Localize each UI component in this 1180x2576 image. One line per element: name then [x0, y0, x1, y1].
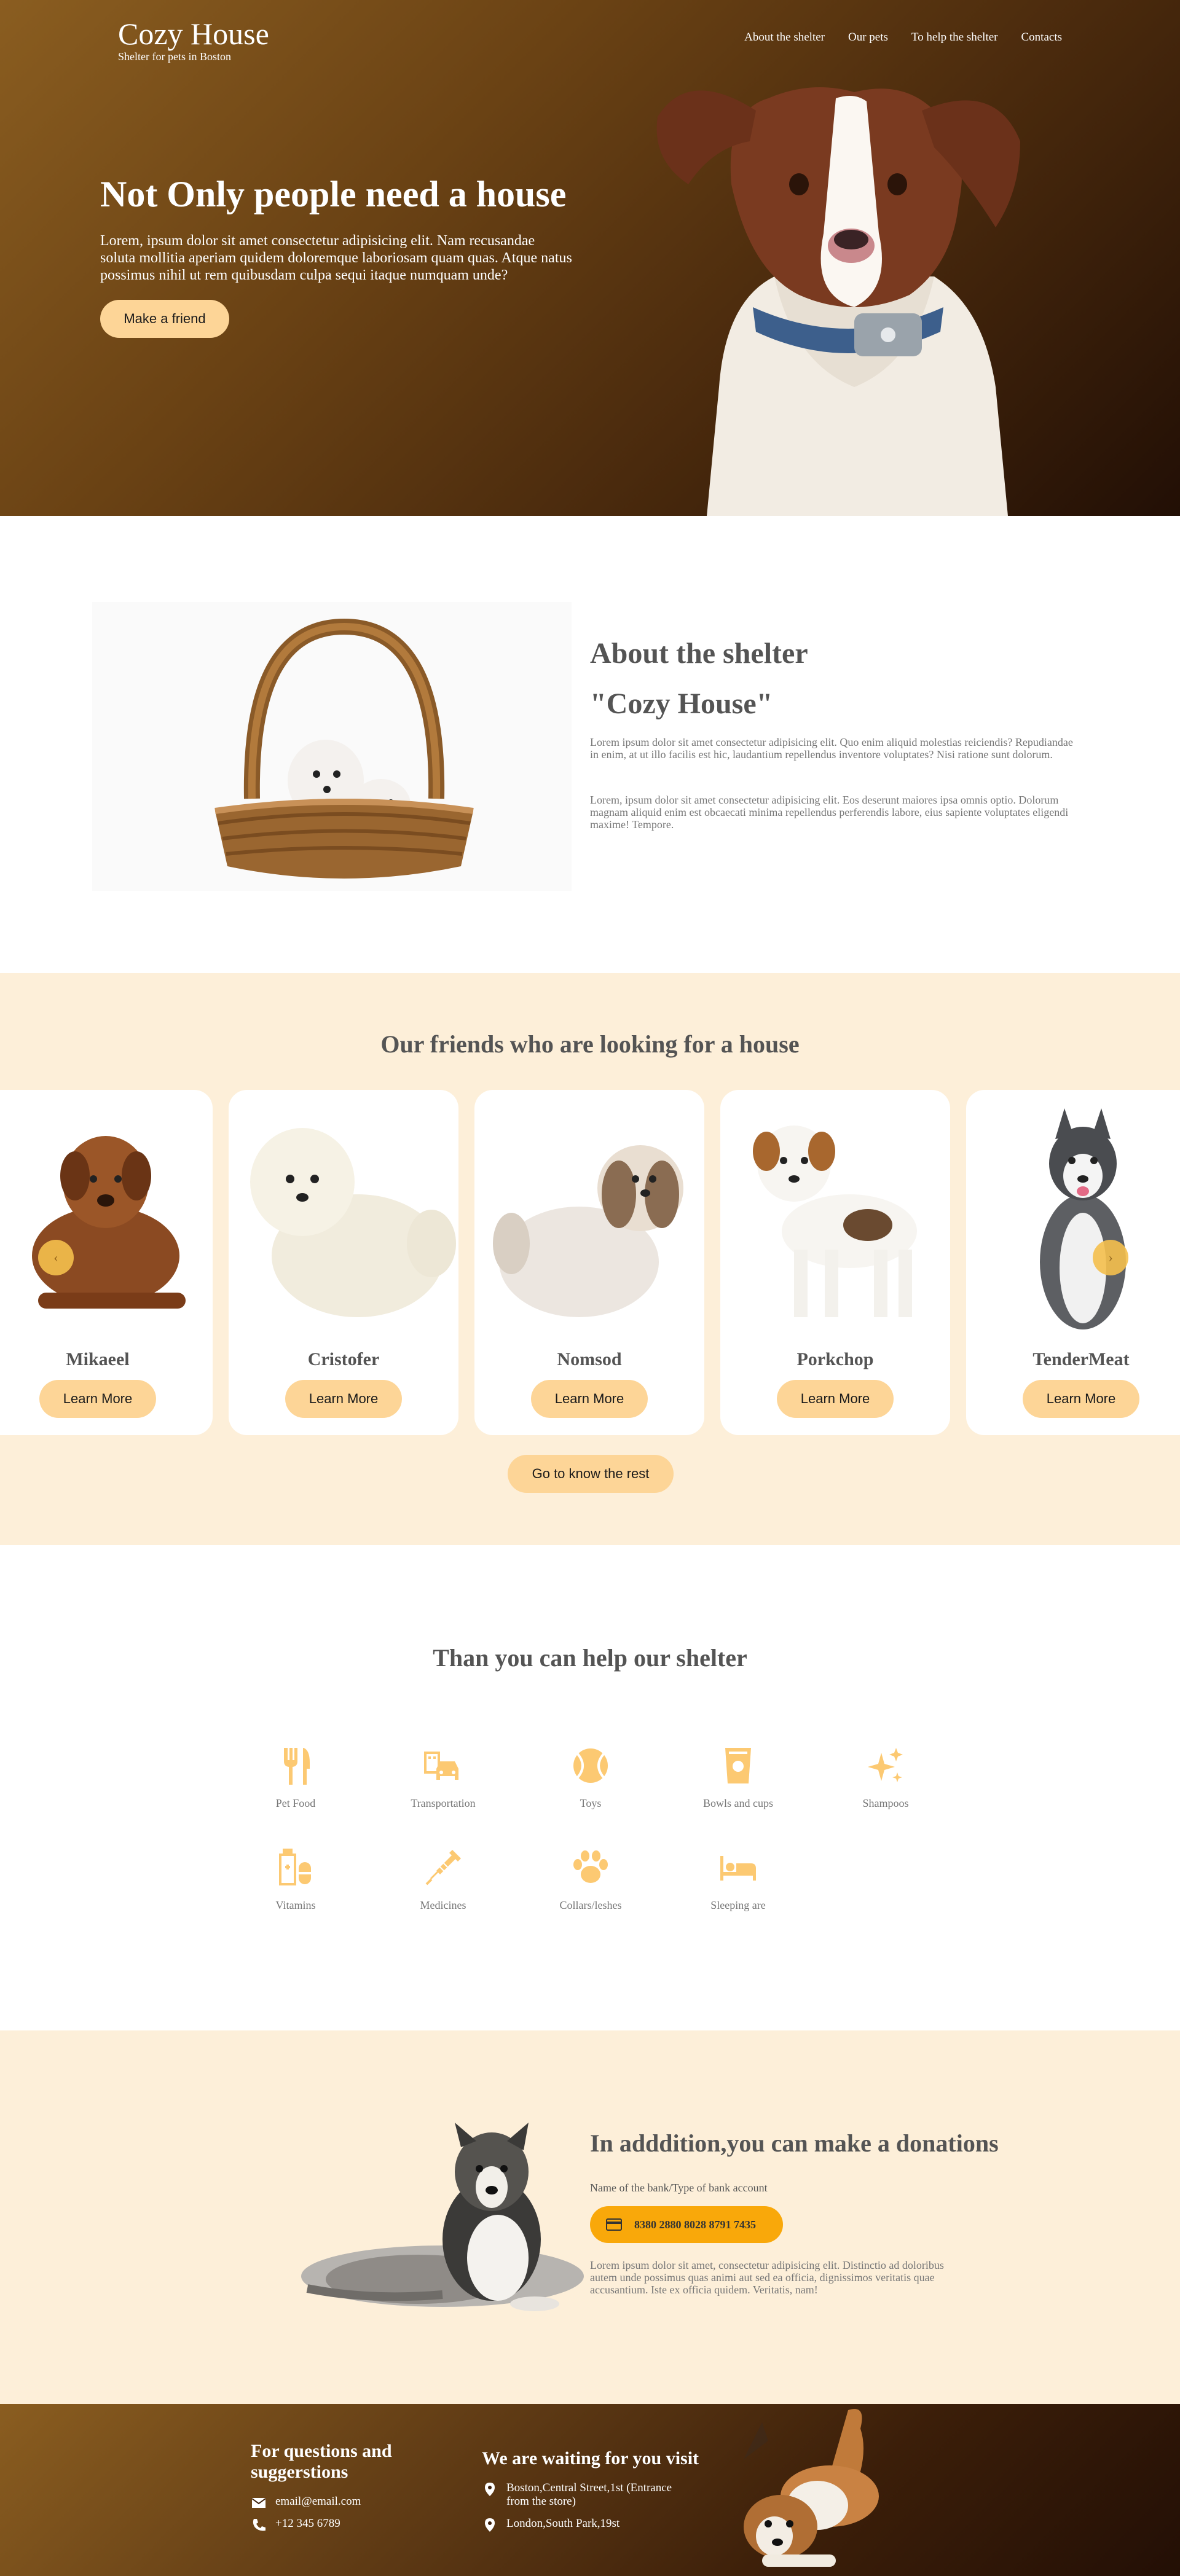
mail-icon — [251, 2498, 266, 2508]
arrow-right-icon: › — [1108, 1250, 1113, 1265]
help-item-label: Shampoos — [862, 1797, 909, 1809]
help-item-vitamins: Vitamins — [228, 1846, 363, 1912]
donation-dog-image — [301, 2123, 584, 2311]
transport-icon — [424, 1752, 458, 1780]
donation-title: In adddition,you can make a donations — [590, 2129, 999, 2157]
help-item-label: Vitamins — [275, 1899, 316, 1911]
logo-name: Cozy House — [118, 17, 269, 51]
cup-icon — [725, 1748, 751, 1783]
paw-icon — [573, 1850, 608, 1883]
pets-title: Our friends who are looking for a house — [380, 1030, 800, 1058]
syringe-icon — [425, 1850, 461, 1885]
pet-name: Nomsod — [557, 1349, 622, 1369]
pet-card[interactable]: Mikaeel Learn More — [0, 1090, 213, 1435]
pet-photo — [753, 1126, 917, 1317]
help-title: Than you can help our shelter — [433, 1644, 747, 1672]
make-a-friend-button[interactable]: Make a friend — [100, 300, 229, 338]
basket-puppies-image — [92, 602, 572, 891]
pets-section: Our friends who are looking for a house … — [0, 973, 1180, 1545]
pet-card[interactable]: Cristofer Learn More — [229, 1090, 458, 1435]
donation-note: Lorem ipsum dolor sit amet, consectetur … — [590, 2259, 944, 2296]
hero-title: Not Only people need a house — [100, 174, 567, 214]
pet-card[interactable]: Nomsod Learn More — [474, 1090, 704, 1435]
help-item-shampoos: Shampoos — [818, 1744, 953, 1810]
help-item-label: Transportation — [411, 1797, 476, 1809]
learn-more-button[interactable]: Learn More — [777, 1380, 894, 1418]
phone-icon — [253, 2519, 266, 2531]
footer-questions-title: For questions and suggerstions — [251, 2441, 392, 2482]
nav-about[interactable]: About the shelter — [744, 31, 825, 44]
help-item-label: Sleeping are — [710, 1899, 766, 1911]
fork-knife-icon — [284, 1748, 310, 1785]
donation-section: In adddition,you can make a donations Na… — [0, 2030, 1180, 2404]
about-section: About the shelter "Cozy House" Lorem ips… — [0, 516, 1180, 973]
arrow-left-icon: ‹ — [53, 1250, 58, 1265]
sparkle-icon — [868, 1748, 903, 1782]
footer-address-2: London,South Park,19st — [506, 2517, 620, 2530]
pet-photo — [32, 1136, 186, 1309]
hero-section: Cozy House Shelter for pets in Boston Ab… — [0, 0, 1180, 516]
account-number-text: 8380 2880 8028 8791 7435 — [634, 2218, 756, 2231]
about-paragraph-1: Lorem ipsum dolor sit amet consectetur a… — [590, 736, 1073, 761]
footer-puppy-image — [744, 2409, 879, 2567]
footer-visit-title: We are waiting for you visit — [482, 2448, 699, 2468]
ball-icon — [573, 1748, 608, 1783]
help-item-label: Toys — [580, 1797, 602, 1809]
help-section: Than you can help our shelter Pet Food T… — [0, 1545, 1180, 2030]
help-item-medicines: Medicines — [376, 1846, 511, 1912]
pet-name: Mikaeel — [66, 1349, 130, 1369]
help-item-sleeping: Sleeping are — [671, 1846, 806, 1912]
logo[interactable]: Cozy House Shelter for pets in Boston — [118, 17, 269, 63]
bed-icon — [720, 1856, 756, 1881]
footer-email[interactable]: email@email.com — [251, 2495, 361, 2511]
footer-phone-text: +12 345 6789 — [275, 2517, 340, 2530]
pet-name: Cristofer — [307, 1349, 380, 1369]
location-pin-icon — [485, 2483, 495, 2496]
bank-account-number[interactable]: 8380 2880 8028 8791 7435 — [590, 2206, 783, 2243]
credit-card-icon — [606, 2218, 622, 2231]
footer-email-text: email@email.com — [275, 2495, 361, 2508]
nav-contacts[interactable]: Contacts — [1021, 31, 1063, 44]
go-to-know-the-rest-button[interactable]: Go to know the rest — [508, 1455, 674, 1493]
footer-phone[interactable]: +12 345 6789 — [251, 2517, 340, 2533]
pet-name: TenderMeat — [1032, 1349, 1130, 1369]
hero-puppy-image — [656, 87, 1020, 516]
footer: For questions and suggerstions email@ema… — [0, 2404, 1180, 2576]
help-item-collars: Collars/leshes — [523, 1846, 658, 1912]
nav-pets[interactable]: Our pets — [848, 31, 888, 44]
help-item-bowls: Bowls and cups — [671, 1744, 806, 1810]
slider-next-arrow[interactable]: › — [1093, 1240, 1128, 1275]
location-pin-icon — [485, 2518, 495, 2532]
help-item-pet-food: Pet Food — [228, 1744, 363, 1810]
about-subtitle: "Cozy House" — [590, 687, 773, 720]
learn-more-button[interactable]: Learn More — [39, 1380, 156, 1418]
help-item-label: Collars/leshes — [559, 1899, 622, 1911]
pet-card[interactable]: TenderMeat Learn More — [966, 1090, 1180, 1435]
help-item-label: Bowls and cups — [703, 1797, 773, 1809]
pet-name: Porkchop — [796, 1349, 874, 1369]
footer-address-1: Boston,Central Street,1st (Entrance from… — [506, 2481, 672, 2508]
learn-more-button[interactable]: Learn More — [285, 1380, 402, 1418]
pet-photo — [250, 1128, 456, 1317]
footer-address-boston: Boston,Central Street,1st (Entrance from… — [482, 2481, 691, 2508]
about-title: About the shelter — [590, 637, 808, 670]
slider-prev-arrow[interactable]: ‹ — [38, 1240, 74, 1275]
help-item-toys: Toys — [523, 1744, 658, 1810]
footer-address-london: London,South Park,19st — [482, 2517, 620, 2533]
about-paragraph-2: Lorem, ipsum dolor sit amet consectetur … — [590, 794, 1069, 831]
learn-more-button[interactable]: Learn More — [531, 1380, 648, 1418]
help-item-label: Pet Food — [275, 1797, 316, 1809]
help-item-transportation: Transportation — [376, 1744, 511, 1810]
logo-tagline: Shelter for pets in Boston — [118, 50, 231, 63]
nav-help[interactable]: To help the shelter — [911, 31, 998, 44]
pet-photo — [1040, 1108, 1126, 1329]
bank-account-label: Name of the bank/Type of bank account — [590, 2182, 768, 2194]
hero-text: Lorem, ipsum dolor sit amet consectetur … — [100, 233, 572, 283]
learn-more-button[interactable]: Learn More — [1023, 1380, 1139, 1418]
vitamins-icon — [279, 1849, 311, 1885]
help-item-label: Medicines — [420, 1899, 466, 1911]
pet-card[interactable]: Porkchop Learn More — [720, 1090, 950, 1435]
pet-photo — [493, 1145, 683, 1317]
main-nav: About the shelter Our pets To help the s… — [744, 31, 1062, 44]
